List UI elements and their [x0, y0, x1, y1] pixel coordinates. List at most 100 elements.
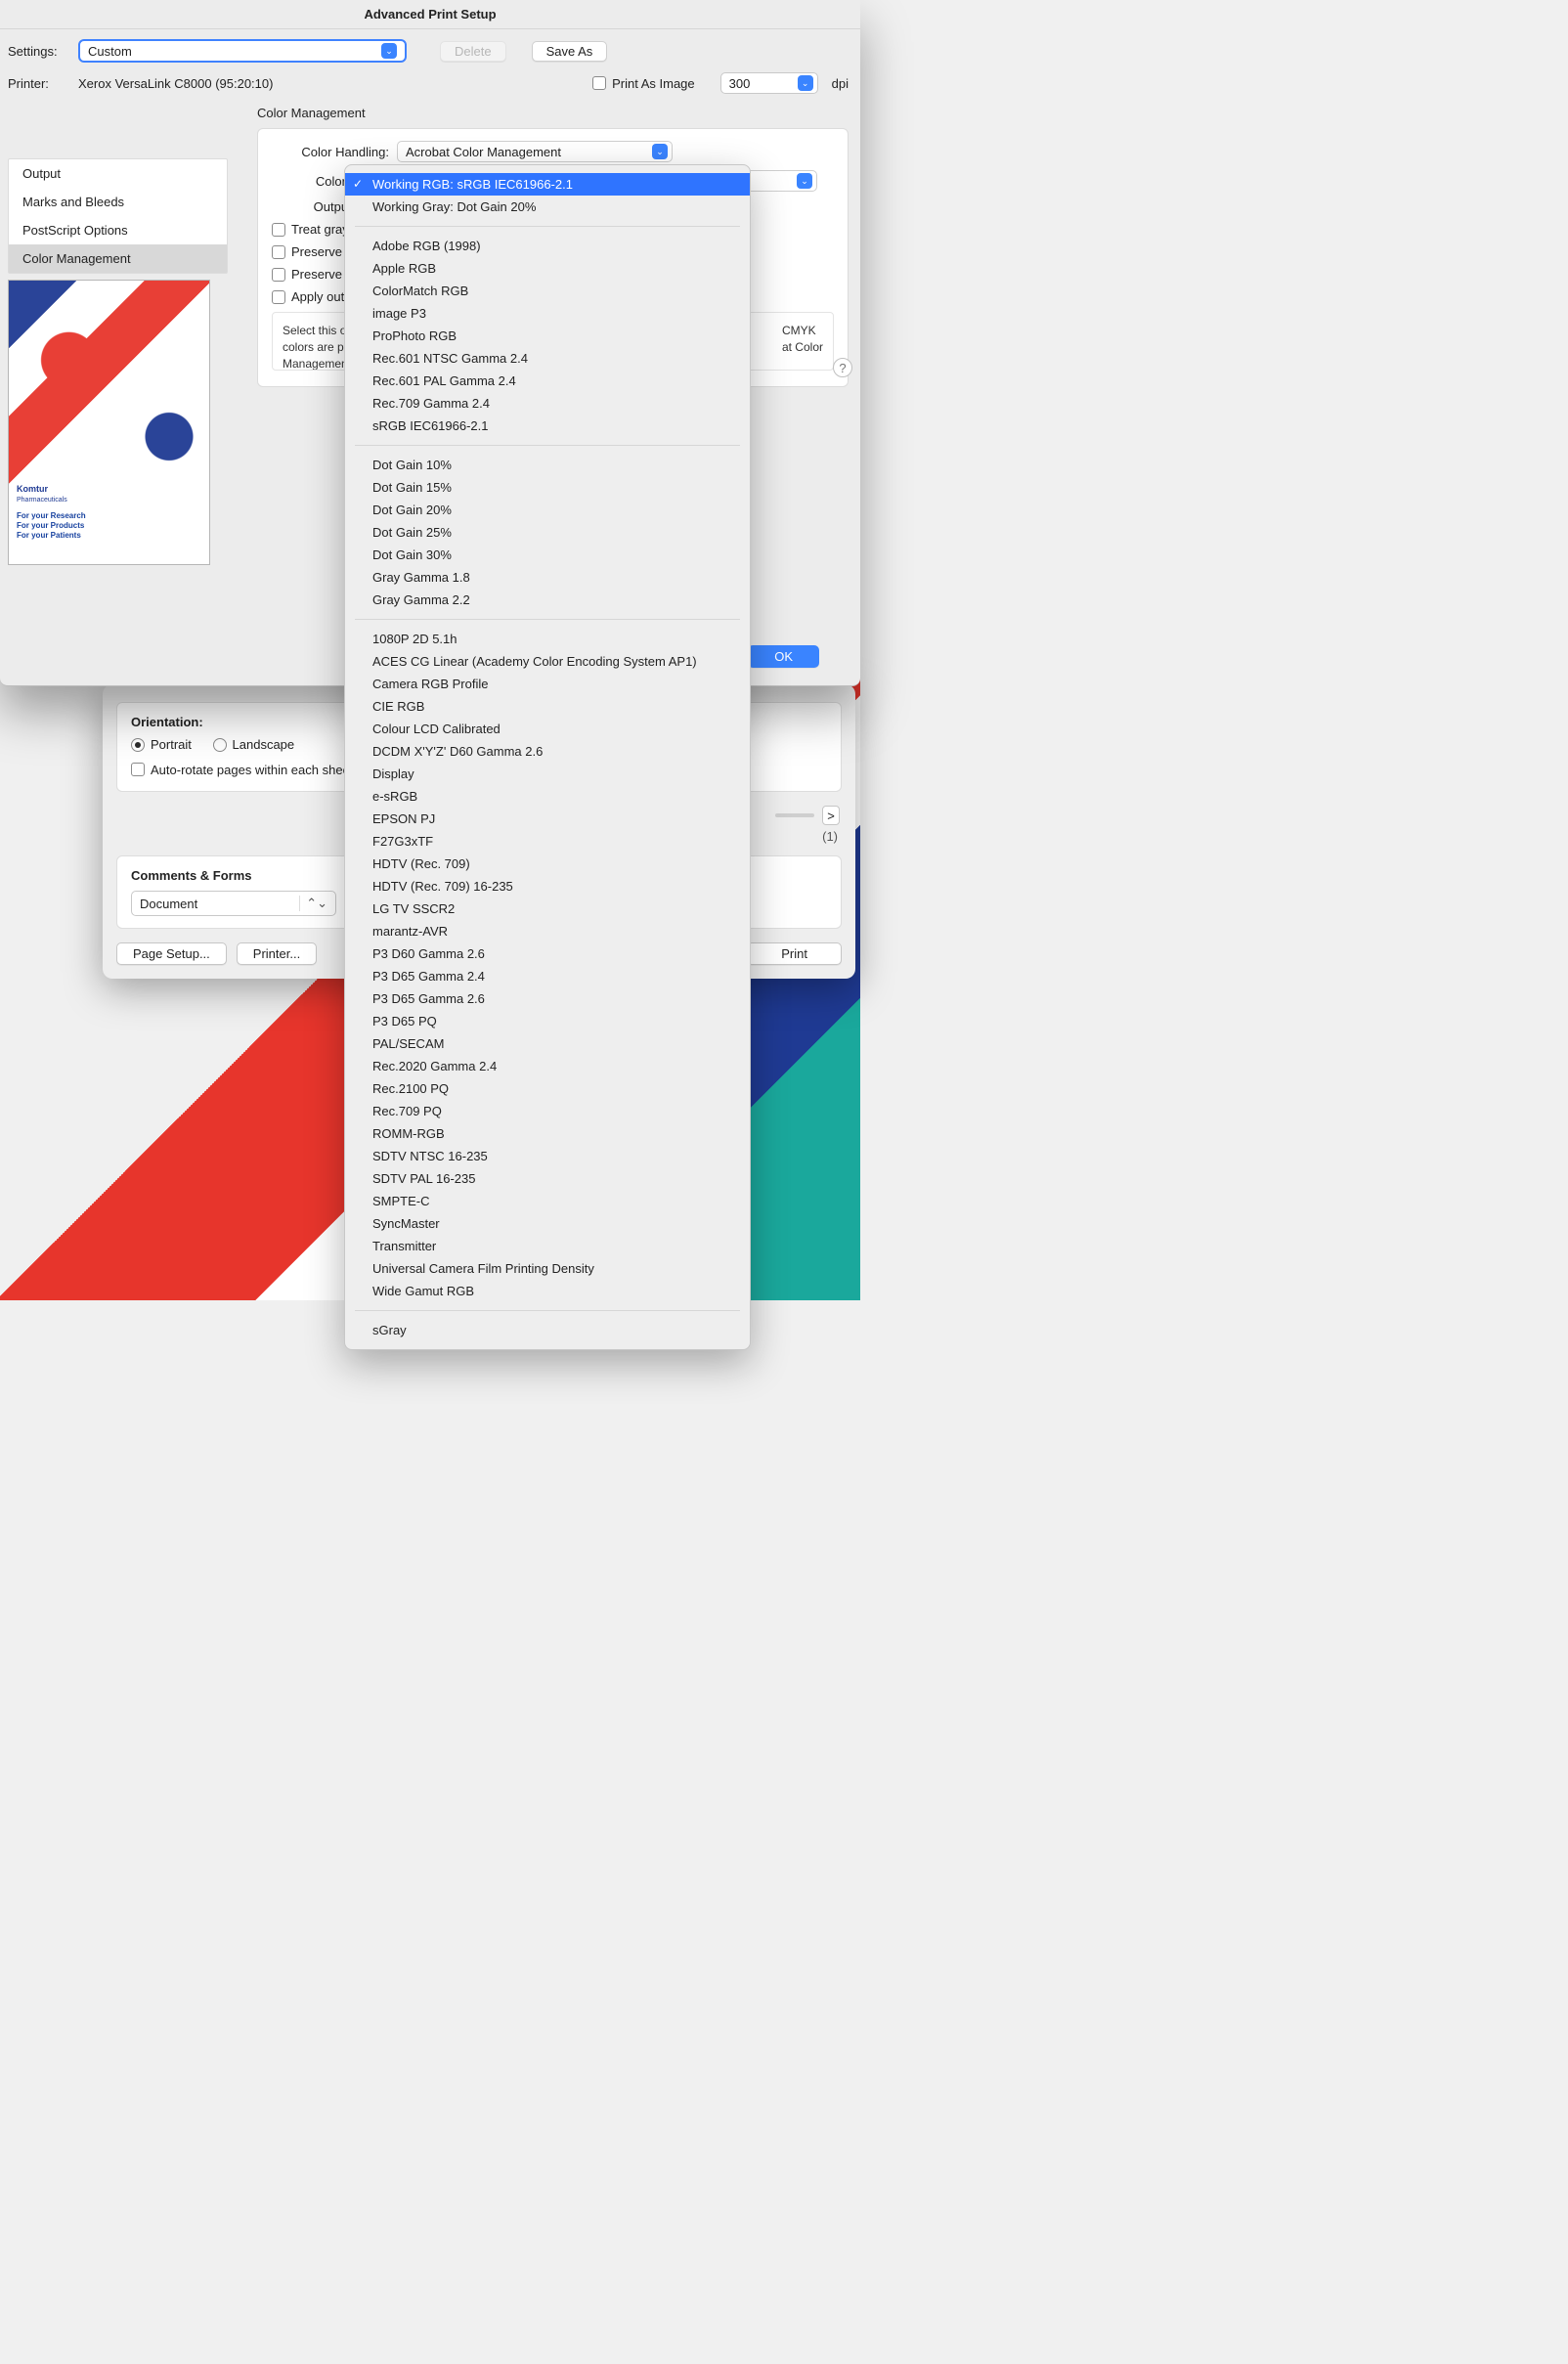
menu-item[interactable]: 1080P 2D 5.1h [345, 628, 750, 650]
window-title: Advanced Print Setup [0, 0, 860, 29]
chevron-updown-icon: ⌃⌄ [299, 896, 327, 911]
color-profile-menu[interactable]: Working RGB: sRGB IEC61966-2.1Working Gr… [344, 164, 751, 1350]
menu-item[interactable]: ROMM-RGB [345, 1122, 750, 1145]
menu-item[interactable]: ColorMatch RGB [345, 280, 750, 302]
thumb-line3: For your Patients [17, 531, 81, 540]
menu-item[interactable]: Colour LCD Calibrated [345, 718, 750, 740]
menu-item[interactable]: Universal Camera Film Printing Density [345, 1257, 750, 1280]
menu-item[interactable]: CIE RGB [345, 695, 750, 718]
help-right: CMYK at Color [782, 323, 823, 360]
menu-item[interactable]: SDTV NTSC 16-235 [345, 1145, 750, 1167]
menu-item[interactable]: SyncMaster [345, 1212, 750, 1235]
printer-name: Xerox VersaLink C8000 (95:20:10) [78, 76, 273, 91]
menu-item[interactable]: Transmitter [345, 1235, 750, 1257]
menu-item[interactable]: Dot Gain 10% [345, 454, 750, 476]
menu-item[interactable]: Working RGB: sRGB IEC61966-2.1 [345, 173, 750, 196]
dpi-unit: dpi [832, 76, 849, 91]
menu-item[interactable]: image P3 [345, 302, 750, 325]
sidebar-item-color-management[interactable]: Color Management [9, 244, 227, 273]
menu-item[interactable]: Dot Gain 30% [345, 544, 750, 566]
ok-button[interactable]: OK [748, 645, 819, 668]
menu-item[interactable]: Dot Gain 25% [345, 521, 750, 544]
settings-value: Custom [88, 44, 132, 59]
chevron-updown-icon: ⌄ [798, 75, 813, 91]
menu-item[interactable]: Gray Gamma 1.8 [345, 566, 750, 589]
menu-item[interactable]: P3 D65 PQ [345, 1010, 750, 1032]
menu-item[interactable]: Display [345, 763, 750, 785]
sidebar-item-marks[interactable]: Marks and Bleeds [9, 188, 227, 216]
menu-item[interactable]: DCDM X'Y'Z' D60 Gamma 2.6 [345, 740, 750, 763]
orientation-portrait-radio[interactable]: Portrait [131, 737, 192, 752]
menu-item[interactable]: Rec.601 PAL Gamma 2.4 [345, 370, 750, 392]
portrait-label: Portrait [151, 737, 192, 752]
orientation-landscape-radio[interactable]: Landscape [213, 737, 295, 752]
chevron-updown-icon: ⌄ [381, 43, 397, 59]
thumb-brand: Komtur [17, 484, 48, 494]
menu-item[interactable]: marantz-AVR [345, 920, 750, 942]
scale-step-forward[interactable]: > [822, 806, 840, 825]
menu-item[interactable]: Apple RGB [345, 257, 750, 280]
menu-item[interactable]: Rec.2100 PQ [345, 1077, 750, 1100]
radio-icon [213, 738, 227, 752]
menu-item[interactable]: Working Gray: Dot Gain 20% [345, 196, 750, 218]
settings-sidebar: Output Marks and Bleeds PostScript Optio… [8, 104, 228, 565]
settings-label: Settings: [8, 44, 70, 59]
page-setup-button[interactable]: Page Setup... [116, 942, 227, 965]
menu-item[interactable]: EPSON PJ [345, 808, 750, 830]
comments-value: Document [140, 897, 197, 911]
checkbox-icon [272, 268, 285, 282]
checkbox-icon [272, 223, 285, 237]
menu-item[interactable]: F27G3xTF [345, 830, 750, 853]
menu-item[interactable]: Gray Gamma 2.2 [345, 589, 750, 611]
menu-item[interactable]: ProPhoto RGB [345, 325, 750, 347]
printer-button[interactable]: Printer... [237, 942, 317, 965]
autorotate-label: Auto-rotate pages within each shee [151, 763, 350, 777]
sidebar-list: Output Marks and Bleeds PostScript Optio… [8, 158, 228, 274]
landscape-label: Landscape [233, 737, 295, 752]
save-as-button[interactable]: Save As [532, 41, 608, 62]
menu-item[interactable]: e-sRGB [345, 785, 750, 808]
menu-item[interactable]: SDTV PAL 16-235 [345, 1167, 750, 1190]
menu-item[interactable]: P3 D60 Gamma 2.6 [345, 942, 750, 965]
menu-item[interactable]: Rec.709 PQ [345, 1100, 750, 1122]
dpi-input[interactable]: 300 ⌄ [720, 72, 818, 94]
sidebar-item-postscript[interactable]: PostScript Options [9, 216, 227, 244]
menu-item[interactable]: HDTV (Rec. 709) [345, 853, 750, 875]
menu-item[interactable]: Camera RGB Profile [345, 673, 750, 695]
document-thumbnail: Komtur Pharmaceuticals For your Research… [8, 280, 210, 565]
sidebar-item-output[interactable]: Output [9, 159, 227, 188]
menu-item[interactable]: Rec.2020 Gamma 2.4 [345, 1055, 750, 1077]
color-handling-label: Color Handling: [272, 145, 389, 159]
menu-item[interactable]: P3 D65 Gamma 2.6 [345, 987, 750, 1010]
menu-item[interactable]: LG TV SSCR2 [345, 897, 750, 920]
settings-select[interactable]: Custom ⌄ [78, 39, 407, 63]
menu-item[interactable]: SMPTE-C [345, 1190, 750, 1212]
menu-item[interactable]: sRGB IEC61966-2.1 [345, 415, 750, 437]
chevron-updown-icon: ⌄ [797, 173, 812, 189]
comments-select[interactable]: Document ⌃⌄ [131, 891, 336, 916]
menu-item[interactable]: Wide Gamut RGB [345, 1280, 750, 1302]
menu-item[interactable]: ACES CG Linear (Academy Color Encoding S… [345, 650, 750, 673]
scale-slider[interactable] [775, 813, 814, 817]
thumb-line1: For your Research [17, 511, 86, 520]
dpi-value: 300 [729, 76, 751, 91]
help-icon[interactable]: ? [833, 358, 852, 377]
menu-item[interactable]: HDTV (Rec. 709) 16-235 [345, 875, 750, 897]
section-title: Color Management [257, 106, 849, 120]
menu-item[interactable]: Dot Gain 15% [345, 476, 750, 499]
checkbox-icon [592, 76, 606, 90]
print-as-image-checkbox[interactable]: Print As Image [592, 76, 695, 91]
menu-item[interactable]: Adobe RGB (1998) [345, 235, 750, 257]
checkbox-icon [272, 290, 285, 304]
menu-item[interactable]: sGray [345, 1319, 750, 1341]
print-button[interactable]: Print [747, 942, 842, 965]
menu-item[interactable]: Dot Gain 20% [345, 499, 750, 521]
menu-item[interactable]: PAL/SECAM [345, 1032, 750, 1055]
menu-item[interactable]: Rec.601 NTSC Gamma 2.4 [345, 347, 750, 370]
checkbox-icon [131, 763, 145, 776]
menu-item[interactable]: Rec.709 Gamma 2.4 [345, 392, 750, 415]
autorotate-checkbox[interactable]: Auto-rotate pages within each shee [131, 763, 350, 777]
menu-item[interactable]: P3 D65 Gamma 2.4 [345, 965, 750, 987]
color-handling-select[interactable]: Acrobat Color Management ⌄ [397, 141, 673, 162]
thumb-brand-sub: Pharmaceuticals [17, 497, 67, 503]
